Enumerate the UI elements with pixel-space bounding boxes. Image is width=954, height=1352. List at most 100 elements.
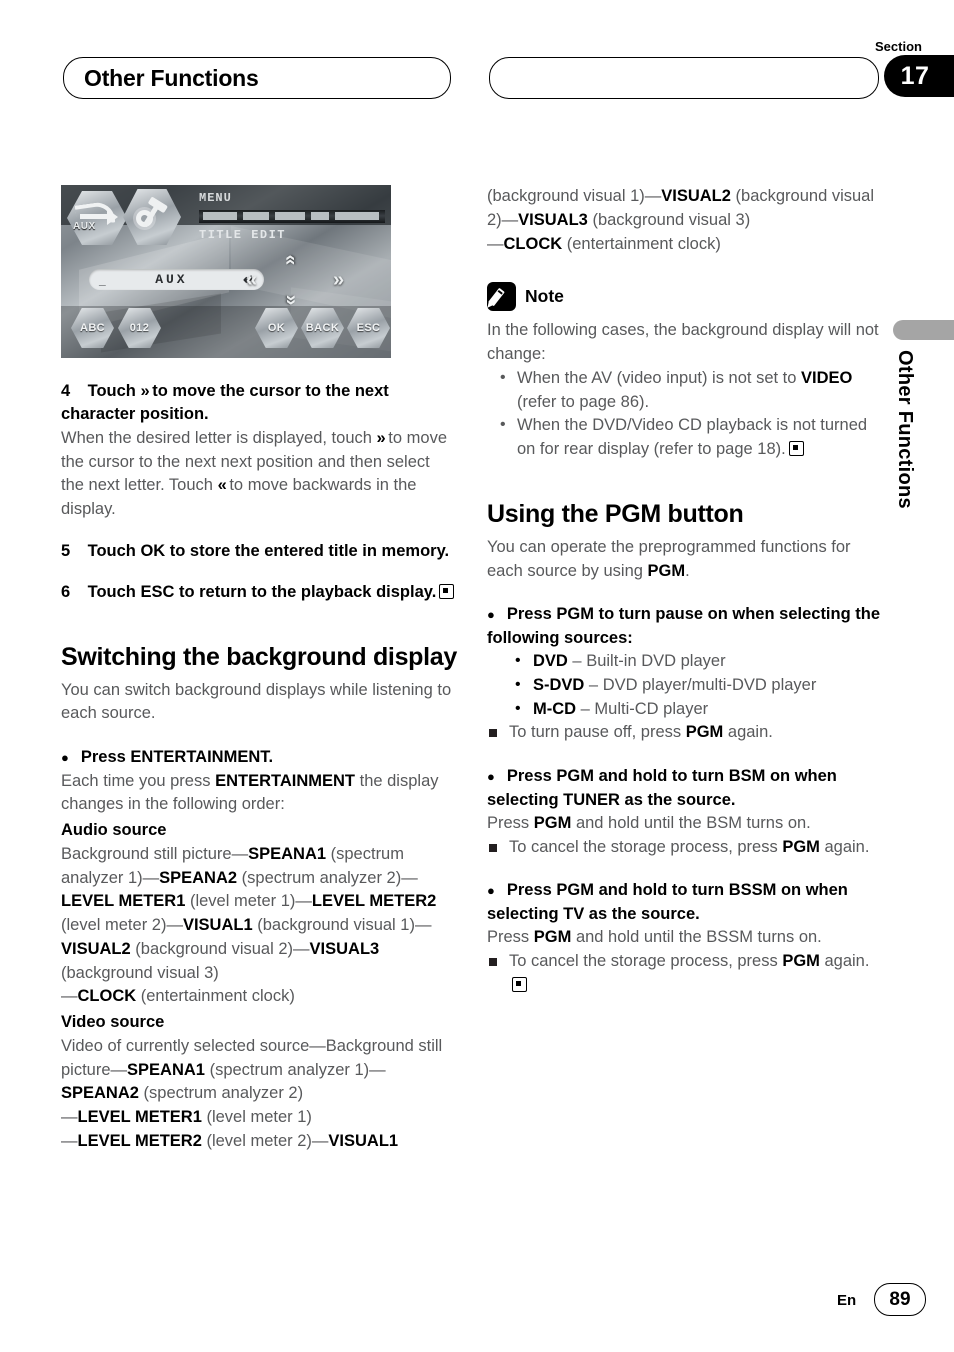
audio-chain-4-after: (background visual 1)— [252, 916, 432, 935]
list-item: M-CD – Multi-CD player [487, 697, 883, 722]
audio-chain-6-bold: VISUAL3 [309, 939, 380, 958]
pgm-intro: You can operate the preprogrammed functi… [487, 536, 883, 584]
video-chain-2-after: (level meter 1) [201, 1108, 312, 1127]
chapter-title-box: Other Functions [63, 57, 451, 99]
page-number-badge: 89 [874, 1283, 926, 1316]
bsm-body-b: and hold until the BSM turns on. [571, 813, 811, 832]
pgm-pause-off-note: To turn pause off, press PGM again. [487, 721, 883, 745]
bullet-press-entertainment: ● Press ENTERTAINMENT. [61, 746, 457, 769]
audio-chain-5-bold: VISUAL2 [61, 939, 131, 958]
device-title-edit-label: TITLE EDIT [199, 228, 287, 242]
hammer-gear-icon [136, 202, 168, 232]
audio-source-chain: Background still picture—SPEANA1 (spectr… [61, 843, 457, 1009]
device-screenshot: AUX MENU TITLE EDIT _ AUX ↵ » » « » ABC … [61, 185, 391, 358]
step-5-text: Touch OK to store the entered title in m… [87, 541, 450, 560]
bullet-dot-icon: ● [61, 750, 69, 766]
audio-source-label: Audio source [61, 821, 167, 840]
video-source-label: Video source [61, 1013, 165, 1032]
audio-chain-3-bold: LEVEL METER2 [311, 892, 437, 911]
video-chain-1-after: (spectrum analyzer 2) [138, 1084, 304, 1103]
bsm-cancel-note: To cancel the storage process, press PGM… [487, 836, 883, 860]
device-chevron-down-icon[interactable]: » [279, 295, 301, 306]
video-chain-3-lead: — [61, 1131, 78, 1150]
bullet-dot-icon: ● [487, 883, 495, 899]
note-item-1-a: When the AV (video input) is not set to [517, 368, 802, 387]
bssm-note-bold: PGM [782, 952, 820, 971]
bsm-body-bold: PGM [533, 813, 572, 832]
step-4-number: 4 [61, 382, 71, 400]
chevron-right-icon: » [140, 382, 149, 400]
cont-0-bold: VISUAL2 [661, 187, 731, 205]
step-4-title-a: Touch [87, 382, 136, 400]
video-source-chain: Video of currently selected source—Backg… [61, 1035, 457, 1154]
device-title-input[interactable]: _ AUX ↵ [89, 269, 264, 290]
device-chevron-up-icon[interactable]: » [279, 255, 301, 266]
note-item-2-a: When the DVD/Video CD playback is not tu… [517, 416, 868, 458]
section-heading-switching: Switching the background display [61, 642, 458, 671]
press-body-bold: ENTERTAINMENT [215, 771, 356, 790]
source-1-bold: S-DVD [533, 675, 585, 694]
list-item: DVD – Built-in DVD player [487, 649, 883, 674]
page-number: 89 [889, 1288, 911, 1310]
device-menu-label: MENU [199, 191, 232, 205]
device-ok-label: OK [267, 322, 286, 334]
bullet-pgm-bssm-label: Press PGM and hold to turn BSSM on when … [487, 881, 848, 923]
cont-2-bold: CLOCK [503, 234, 563, 253]
video-chain-3-after: (level meter 2)— [201, 1131, 329, 1150]
device-chevron-right-icon[interactable]: » [333, 269, 344, 292]
side-tab: Other Functions [893, 350, 933, 570]
note-intro: In the following cases, the background d… [487, 321, 879, 363]
bssm-note-a: To cancel the storage process, press [509, 952, 783, 971]
left-column: AUX MENU TITLE EDIT _ AUX ↵ » » « » ABC … [61, 185, 457, 1154]
side-tab-marker [893, 320, 954, 340]
note1-a: To turn pause off, press [509, 723, 686, 742]
cont-1-bold: VISUAL3 [518, 210, 588, 229]
bssm-cancel-note: To cancel the storage process, press PGM… [487, 950, 883, 998]
bullet-pgm-pause: ● Press PGM to turn pause on when selecti… [487, 603, 883, 650]
note-list: When the AV (video input) is not set to … [487, 366, 883, 462]
device-aux-label: AUX [73, 221, 96, 232]
audio-chain-7-lead: — [61, 987, 78, 1006]
right-column: (background visual 1)—VISUAL2 (backgroun… [487, 185, 883, 998]
bsm-note-b: again. [819, 837, 870, 856]
step-5-heading: 5 Touch OK to store the entered title in… [61, 540, 457, 563]
end-marker-icon [788, 441, 804, 457]
end-marker-icon [439, 584, 455, 600]
bssm-body: Press PGM and hold until the BSSM turns … [487, 926, 883, 950]
note1-bold: PGM [685, 723, 724, 742]
video-chain-1-bold: SPEANA2 [61, 1084, 139, 1103]
section-number-tab: 17 [884, 55, 954, 97]
note-title: Note [525, 286, 564, 307]
step-5-number: 5 [61, 541, 71, 560]
source-0-bold: DVD [533, 652, 568, 671]
source-0-desc: – Built-in DVD player [567, 652, 726, 671]
chevron-right-icon: » [376, 428, 386, 447]
bssm-body-b: and hold until the BSSM turns on. [571, 928, 822, 947]
device-012-label: 012 [129, 322, 150, 334]
device-bar-graph [199, 210, 385, 223]
audio-chain-0-bold: SPEANA1 [248, 844, 327, 863]
step-6-number: 6 [61, 583, 71, 602]
continued-chain: (background visual 1)—VISUAL2 (backgroun… [487, 185, 883, 256]
section-number: 17 [900, 61, 930, 90]
bullet-pgm-bsm-label: Press PGM and hold to turn BSM on when s… [487, 767, 837, 809]
bullet-dot-icon: ● [487, 769, 495, 785]
audio-chain-1-after: (spectrum analyzer 2)— [237, 868, 418, 887]
audio-chain-2-bold: LEVEL METER1 [61, 892, 186, 911]
device-back-label: BACK [305, 322, 340, 334]
step-4-body: When the desired letter is displayed, to… [61, 427, 457, 522]
bsm-note-a: To cancel the storage process, press [509, 837, 783, 856]
list-item: S-DVD – DVD player/multi-DVD player [487, 673, 883, 698]
device-chevron-left-icon[interactable]: « [246, 269, 257, 292]
bullet-dot-icon: ● [487, 607, 495, 623]
cont-1-after: (background visual 3) [587, 210, 751, 229]
bullet-press-label: Press ENTERTAINMENT. [80, 748, 274, 767]
source-2-bold: M-CD [533, 699, 577, 718]
pgm-source-list: DVD – Built-in DVD player S-DVD – DVD pl… [487, 649, 883, 722]
audio-chain-1-bold: SPEANA2 [159, 868, 238, 887]
bssm-body-bold: PGM [533, 928, 572, 947]
bullet-pgm-bssm: ● Press PGM and hold to turn BSSM on when… [487, 879, 883, 926]
video-chain-0-after: (spectrum analyzer 1)— [204, 1060, 386, 1079]
manual-page: Other Functions Section 17 Other Functio… [0, 0, 954, 1352]
section-label: Section [875, 39, 922, 54]
